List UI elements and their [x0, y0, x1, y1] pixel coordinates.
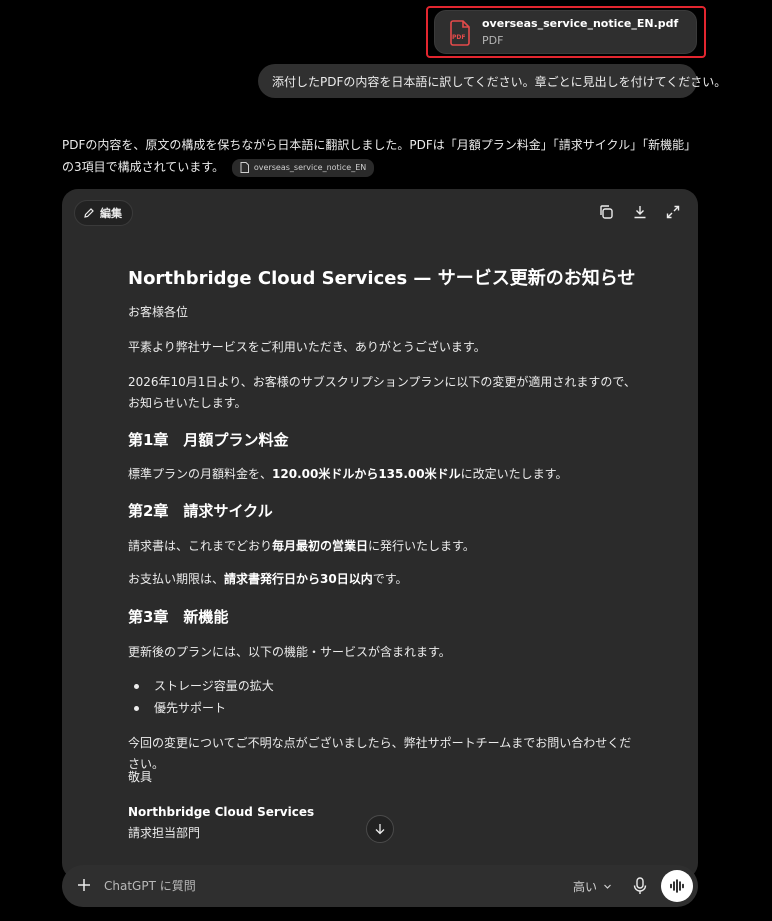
pencil-icon: [84, 208, 94, 218]
voice-mode-button[interactable]: [661, 870, 693, 902]
edit-button-label: 編集: [100, 207, 122, 220]
message-composer: 高い: [62, 865, 698, 907]
section-2-paragraph-2: お支払い期限は、請求書発行日から30日以内です。: [128, 572, 408, 586]
reasoning-level-label: 高い: [573, 880, 598, 894]
section-1-paragraph: 標準プランの月額料金を、120.00米ドルから135.00米ドルに改定いたします…: [128, 467, 568, 481]
prompt-input[interactable]: [104, 865, 544, 907]
document-icon: [240, 162, 249, 173]
list-item: 優先サポート: [134, 698, 226, 719]
attachment-filetype: PDF: [482, 34, 504, 47]
sign-off: 敬具: [128, 770, 153, 784]
file-reference-chip[interactable]: overseas_service_notice_EN: [231, 158, 375, 177]
greeting: 平素より弊社サービスをご利用いただき、ありがとうございます。: [128, 340, 486, 354]
microphone-icon[interactable]: [632, 877, 648, 895]
chevron-down-icon: [604, 884, 611, 889]
pdf-file-icon: PDF: [450, 20, 470, 46]
document-canvas: 編集 Northbridge Cloud Services — サービス更新のお…: [62, 189, 698, 879]
download-icon[interactable]: [631, 203, 649, 221]
reasoning-level-select[interactable]: 高い: [573, 878, 612, 895]
expand-icon[interactable]: [664, 203, 682, 221]
plus-icon[interactable]: [76, 877, 92, 893]
attachment-filename: overseas_service_notice_EN.pdf: [482, 17, 679, 30]
section-2-heading: 第2章 請求サイクル: [128, 502, 273, 520]
waveform-icon: [670, 879, 684, 893]
edit-button[interactable]: 編集: [74, 200, 133, 226]
svg-text:PDF: PDF: [452, 34, 465, 41]
assistant-intro: PDFの内容を、原文の構成を保ちながら日本語に翻訳しました。PDFは「月額プラン…: [62, 134, 702, 178]
copy-icon[interactable]: [597, 203, 615, 221]
section-2-paragraph-1: 請求書は、これまでどおり毎月最初の営業日に発行いたします。: [128, 539, 475, 553]
section-3-heading: 第3章 新機能: [128, 608, 229, 626]
arrow-down-icon: [375, 824, 385, 835]
section-3-intro: 更新後のプランには、以下の機能・サービスが含まれます。: [128, 645, 451, 659]
section-1-heading: 第1章 月額プラン料金: [128, 431, 289, 449]
file-chip-label: overseas_service_notice_EN: [253, 162, 367, 172]
assistant-intro-text: PDFの内容を、原文の構成を保ちながら日本語に翻訳しました。PDFは「月額プラン…: [62, 138, 697, 174]
scroll-down-button[interactable]: [366, 815, 394, 843]
attachment-card[interactable]: PDF overseas_service_notice_EN.pdf PDF: [434, 10, 697, 54]
list-item: ストレージ容量の拡大: [134, 676, 274, 697]
salutation: お客様各位: [128, 305, 189, 319]
notice-paragraph: 2026年10月1日より、お客様のサブスクリプションプランに以下の変更が適用され…: [128, 375, 636, 410]
user-message: 添付したPDFの内容を日本語に訳してください。章ごとに見出しを付けてください。: [258, 64, 726, 98]
document-title: Northbridge Cloud Services — サービス更新のお知らせ: [128, 268, 636, 289]
